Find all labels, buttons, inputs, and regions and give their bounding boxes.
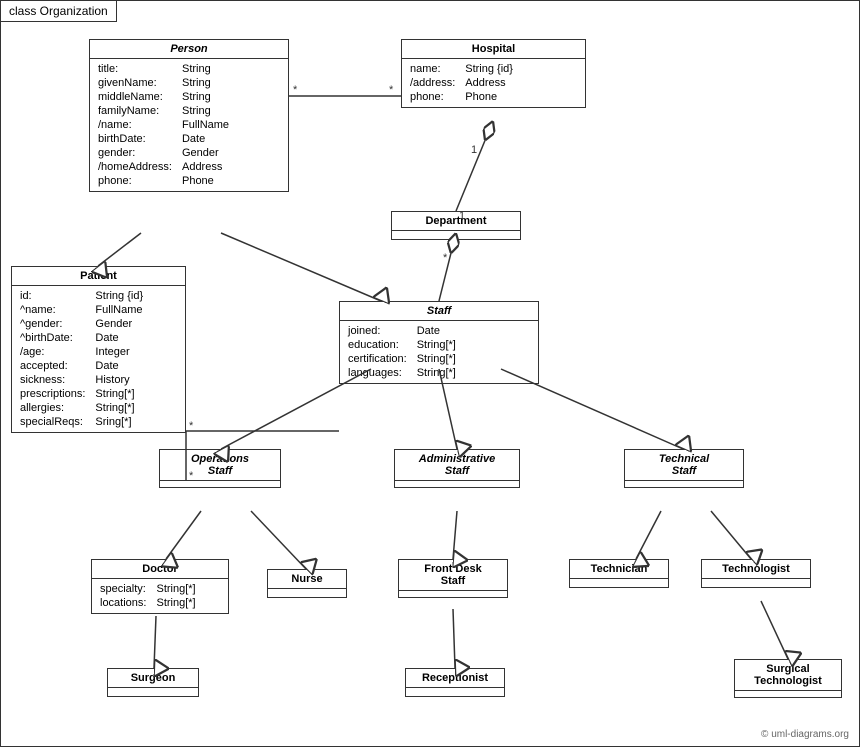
class-staff: Staff joined:Date education:String[*] ce…	[339, 301, 539, 384]
class-surgical-technologist: SurgicalTechnologist	[734, 659, 842, 698]
class-technologist: Technologist	[701, 559, 811, 588]
class-technician: Technician	[569, 559, 669, 588]
class-administrative-staff-header: AdministrativeStaff	[395, 450, 519, 481]
class-technician-body	[570, 579, 668, 587]
class-administrative-staff: AdministrativeStaff	[394, 449, 520, 488]
class-department: Department	[391, 211, 521, 240]
class-patient-body: id:String {id} ^name:FullName ^gender:Ge…	[12, 286, 185, 432]
svg-text:*: *	[293, 84, 298, 96]
class-receptionist: Receptionist	[405, 668, 505, 697]
class-surgeon: Surgeon	[107, 668, 199, 697]
class-operations-staff-body	[160, 481, 280, 487]
class-nurse-header: Nurse	[268, 570, 346, 589]
class-operations-staff: OperationsStaff	[159, 449, 281, 488]
class-technician-header: Technician	[570, 560, 668, 579]
class-front-desk-staff: Front DeskStaff	[398, 559, 508, 598]
svg-text:*: *	[443, 252, 448, 264]
class-hospital: Hospital name:String {id} /address:Addre…	[401, 39, 586, 108]
class-person-header: Person	[90, 40, 288, 59]
class-patient: Patient id:String {id} ^name:FullName ^g…	[11, 266, 186, 433]
class-patient-header: Patient	[12, 267, 185, 286]
class-technical-staff-header: TechnicalStaff	[625, 450, 743, 481]
class-nurse-body	[268, 589, 346, 597]
diagram-container: class Organization Person title:String g…	[0, 0, 860, 747]
class-department-body	[392, 231, 520, 239]
class-person: Person title:String givenName:String mid…	[89, 39, 289, 192]
class-nurse: Nurse	[267, 569, 347, 598]
class-hospital-header: Hospital	[402, 40, 585, 59]
class-surgical-technologist-body	[735, 691, 841, 697]
class-doctor: Doctor specialty:String[*] locations:Str…	[91, 559, 229, 614]
class-technologist-body	[702, 579, 810, 587]
class-staff-body: joined:Date education:String[*] certific…	[340, 321, 538, 383]
svg-text:*: *	[389, 84, 394, 96]
class-surgeon-header: Surgeon	[108, 669, 198, 688]
class-hospital-body: name:String {id} /address:Address phone:…	[402, 59, 585, 107]
class-administrative-staff-body	[395, 481, 519, 487]
class-technical-staff: TechnicalStaff	[624, 449, 744, 488]
diagram-title: class Organization	[1, 1, 117, 22]
class-surgeon-body	[108, 688, 198, 696]
svg-text:1: 1	[471, 144, 477, 156]
class-technical-staff-body	[625, 481, 743, 487]
class-receptionist-header: Receptionist	[406, 669, 504, 688]
class-doctor-body: specialty:String[*] locations:String[*]	[92, 579, 228, 613]
class-staff-header: Staff	[340, 302, 538, 321]
copyright: © uml-diagrams.org	[761, 729, 849, 740]
class-front-desk-staff-header: Front DeskStaff	[399, 560, 507, 591]
class-receptionist-body	[406, 688, 504, 696]
class-department-header: Department	[392, 212, 520, 231]
class-front-desk-staff-body	[399, 591, 507, 597]
class-person-body: title:String givenName:String middleName…	[90, 59, 288, 191]
class-surgical-technologist-header: SurgicalTechnologist	[735, 660, 841, 691]
class-operations-staff-header: OperationsStaff	[160, 450, 280, 481]
class-technologist-header: Technologist	[702, 560, 810, 579]
class-doctor-header: Doctor	[92, 560, 228, 579]
svg-text:*: *	[189, 420, 194, 432]
